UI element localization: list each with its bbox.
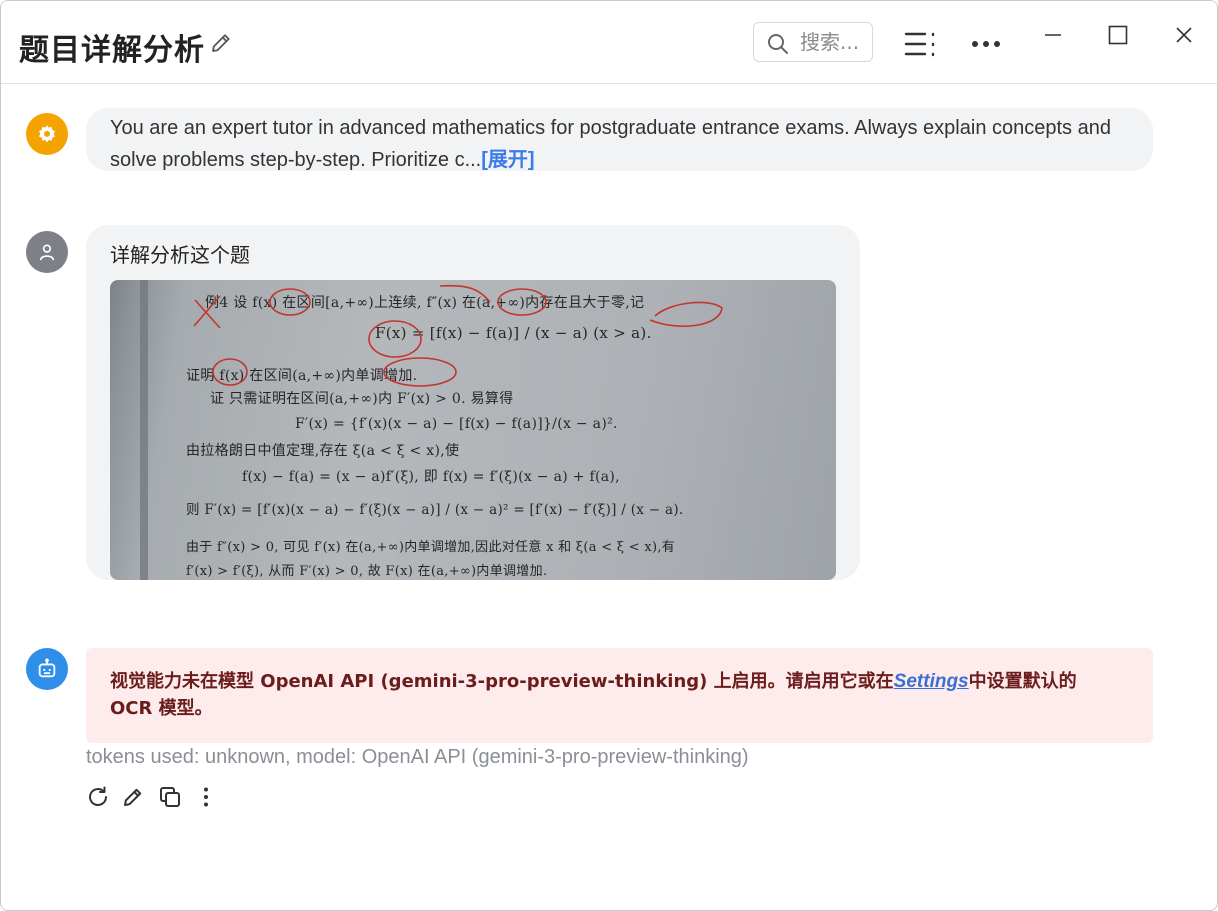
search-box[interactable] <box>753 22 873 62</box>
error-prefix: 视觉能力未在模型 OpenAI API (gemini-3-pro-previe… <box>110 671 894 692</box>
settings-link[interactable]: Settings <box>894 671 969 692</box>
attached-image[interactable]: 例4 设 f(x) 在区间[a,+∞)上连续, f″(x) 在(a,+∞)内存在… <box>110 280 836 580</box>
more-horizontal-icon[interactable] <box>971 37 1001 49</box>
list-icon[interactable] <box>903 31 937 57</box>
search-input[interactable] <box>800 31 868 53</box>
page-title: 题目详解分析 <box>19 33 205 68</box>
chat-window: 题目详解分析 搜索... You are an expert tutor in … <box>0 0 1218 911</box>
more-vertical-icon[interactable] <box>194 785 218 809</box>
system-prompt-preview: You are an expert tutor in advanced math… <box>110 117 1111 171</box>
copy-icon[interactable] <box>158 785 182 809</box>
pencil-icon[interactable] <box>209 31 233 55</box>
gear-icon <box>39 125 55 143</box>
minimize-icon[interactable] <box>1043 25 1063 45</box>
user-message-bubble: 详解分析这个题 例4 设 f(x) 在区间[a,+∞)上连续, f″(x) 在(… <box>86 225 860 580</box>
search-icon <box>768 34 788 54</box>
close-icon[interactable] <box>1174 25 1194 45</box>
robot-icon <box>38 658 56 678</box>
user-avatar <box>26 231 68 273</box>
error-message: 视觉能力未在模型 OpenAI API (gemini-3-pro-previe… <box>86 648 1153 743</box>
person-icon <box>39 244 55 261</box>
title-bar: 题目详解分析 <box>1 1 1217 84</box>
refresh-icon[interactable] <box>86 785 110 809</box>
user-message-text: 详解分析这个题 <box>110 243 250 267</box>
expand-link[interactable]: [展开] <box>481 149 534 171</box>
system-message-bubble: You are an expert tutor in advanced math… <box>86 108 1153 171</box>
error-text: 视觉能力未在模型 OpenAI API (gemini-3-pro-previe… <box>110 668 1120 722</box>
edit-pencil-icon[interactable] <box>121 785 145 809</box>
system-prompt-text: You are an expert tutor in advanced math… <box>110 112 1130 176</box>
system-avatar <box>26 113 68 155</box>
token-usage-info: tokens used: unknown, model: OpenAI API … <box>86 746 749 768</box>
red-ink-marks <box>193 284 723 387</box>
maximize-icon[interactable] <box>1108 25 1128 45</box>
assistant-avatar <box>26 648 68 690</box>
